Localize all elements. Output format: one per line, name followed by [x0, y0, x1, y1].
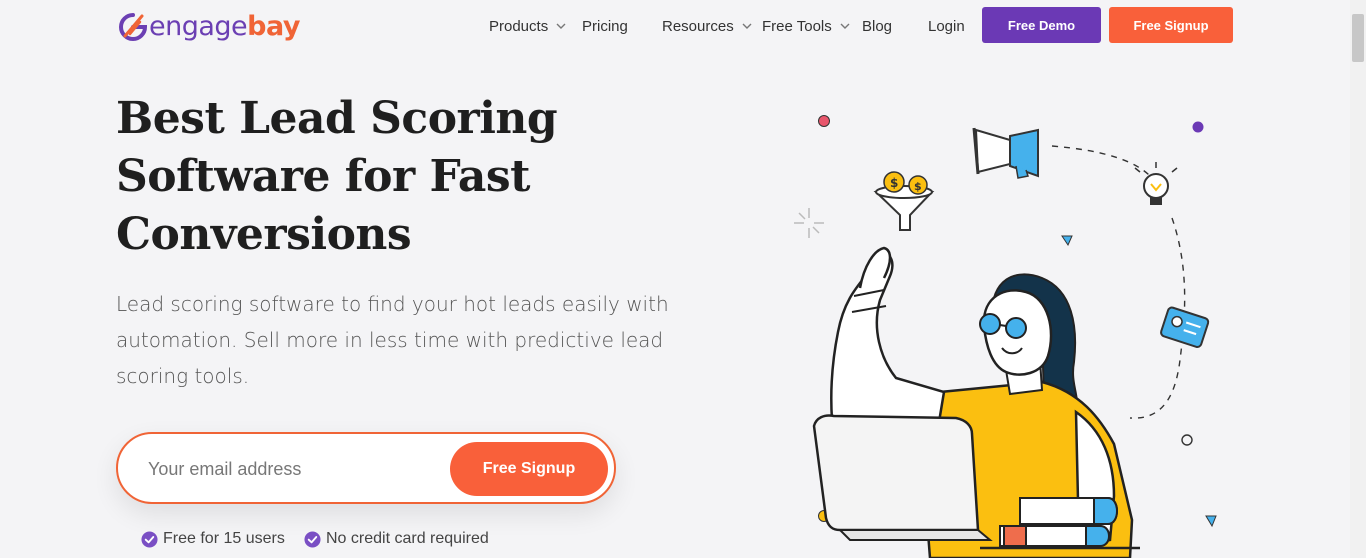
- email-input[interactable]: [148, 454, 438, 484]
- check-no-card: No credit card required: [304, 530, 489, 548]
- hero-subtitle-line: Lead scoring software to find your hot l…: [116, 292, 669, 316]
- person-arm: [830, 253, 946, 442]
- nav-products-label: Products: [489, 17, 549, 35]
- nav-blog[interactable]: Blog: [862, 16, 892, 36]
- id-card-icon: [1160, 306, 1210, 348]
- nav-resources-label: Resources: [662, 17, 734, 35]
- scrollbar[interactable]: [1350, 0, 1366, 558]
- megaphone-icon: [972, 127, 1039, 179]
- nav-login[interactable]: Login: [928, 16, 965, 36]
- nav-blog-label: Blog: [862, 17, 893, 35]
- hero-title-line: Best Lead Scoring: [116, 93, 558, 144]
- svg-text:$: $: [890, 176, 898, 190]
- nav-pricing[interactable]: Pricing: [582, 16, 628, 36]
- laptop-icon: [812, 414, 993, 541]
- dot-red: [818, 115, 830, 127]
- check-label: Free for 15 users: [163, 530, 285, 547]
- check-free-users: Free for 15 users: [141, 530, 285, 548]
- dot-purple: [1192, 121, 1204, 133]
- nav-resources[interactable]: Resources: [662, 16, 752, 36]
- hero-illustration: $ $: [794, 115, 1217, 558]
- nav-login-label: Login: [928, 17, 965, 35]
- header-free-signup-button[interactable]: Free Signup: [1109, 7, 1233, 43]
- hero-title-line: Software for Fast: [116, 151, 530, 202]
- nav-pricing-label: Pricing: [582, 17, 628, 35]
- hero-subtitle-line: automation. Sell more in less time with …: [116, 328, 664, 352]
- hero-title: Best Lead Scoring Software for Fast Conv…: [116, 90, 676, 264]
- dot-outline: [1181, 434, 1193, 446]
- check-circle-icon: [304, 530, 321, 548]
- free-demo-button[interactable]: Free Demo: [982, 7, 1101, 43]
- hero-subtitle: Lead scoring software to find your hot l…: [116, 286, 676, 394]
- hero-title-line: Conversions: [116, 209, 412, 260]
- sparkle-icon: [794, 208, 824, 238]
- chevron-down-icon: [742, 23, 752, 29]
- form-free-signup-button[interactable]: Free Signup: [450, 442, 608, 496]
- engagebay-logo[interactable]: engagebay: [116, 10, 300, 44]
- chevron-down-icon: [840, 23, 850, 29]
- nav-products[interactable]: Products: [489, 16, 566, 36]
- funnel-icon: $ $: [873, 171, 935, 231]
- scrollbar-thumb[interactable]: [1352, 14, 1364, 62]
- hero-subtitle-line: scoring tools.: [116, 364, 250, 388]
- nav-free-tools[interactable]: Free Tools: [762, 16, 850, 36]
- engagebay-logo-icon: [119, 13, 148, 41]
- triangle-blue: [1061, 235, 1073, 247]
- logo-wordmark: engagebay: [149, 12, 300, 42]
- lightbulb-icon: [1134, 162, 1178, 205]
- check-circle-icon: [141, 530, 158, 548]
- signup-form: Free Signup: [116, 432, 616, 504]
- logo-engage-text: engage: [149, 11, 248, 42]
- logo-bay-text: bay: [247, 11, 300, 42]
- svg-text:$: $: [914, 180, 922, 193]
- check-label: No credit card required: [326, 530, 489, 547]
- triangle-blue-2: [1205, 515, 1217, 528]
- nav-free-tools-label: Free Tools: [762, 17, 832, 35]
- chevron-down-icon: [556, 23, 566, 29]
